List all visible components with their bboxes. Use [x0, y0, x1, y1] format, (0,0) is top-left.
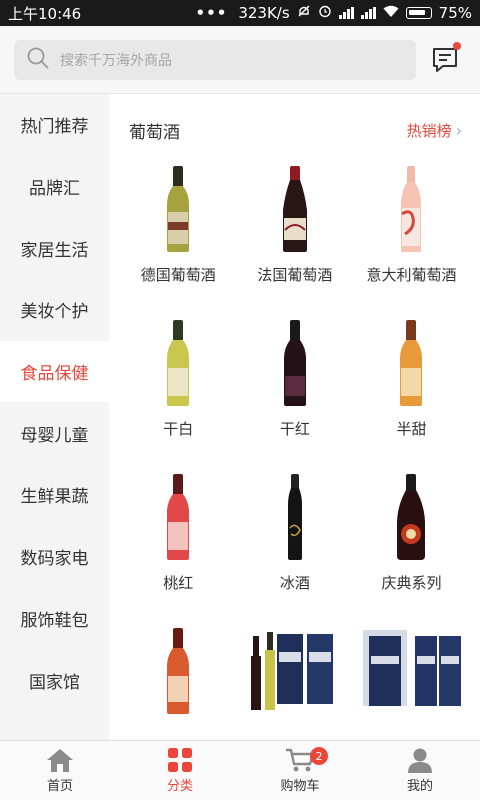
category-content: 葡萄酒 热销榜 › 德国葡萄酒 法国葡萄酒 意大利葡萄酒 干白 干红 半甜 桃红… [109, 94, 480, 740]
message-button[interactable] [431, 42, 461, 74]
cart-badge: 2 [310, 747, 328, 765]
gift-box-set-icon [250, 632, 333, 710]
tab-cart[interactable]: 2 购物车 [240, 741, 360, 800]
product-dry-white[interactable]: 干白 [120, 312, 237, 466]
tab-label: 首页 [46, 779, 73, 794]
product-label: 桃红 [163, 574, 194, 592]
ice-wine-bottle-icon [287, 474, 302, 560]
tab-profile[interactable]: 我的 [360, 741, 480, 800]
dry-white-bottle-icon [167, 320, 190, 406]
product-label: 意大利葡萄酒 [366, 266, 457, 284]
gift-box-set-icon [363, 630, 462, 706]
sidebar-item-brands[interactable]: 品牌汇 [0, 156, 109, 218]
semi-sweet-bottle-icon [400, 320, 423, 406]
sidebar-item-country[interactable]: 国家馆 [0, 649, 109, 711]
product-tile[interactable] [120, 620, 237, 740]
product-semi-sweet[interactable]: 半甜 [353, 312, 470, 466]
network-speed: 323K/s [238, 4, 290, 22]
product-german-wine[interactable]: 德国葡萄酒 [120, 158, 237, 312]
rose-wine-bottle-icon [401, 166, 422, 252]
notification-dots: ••• [195, 4, 228, 22]
product-label: 庆典系列 [381, 574, 442, 592]
profile-icon [408, 748, 432, 773]
search-input[interactable]: 搜索千万海外商品 [14, 40, 416, 80]
section-header: 葡萄酒 热销榜 › [129, 118, 462, 143]
product-label: 半甜 [396, 420, 427, 438]
tab-home[interactable]: 首页 [0, 741, 120, 800]
product-french-wine[interactable]: 法国葡萄酒 [237, 158, 354, 312]
product-label: 冰酒 [279, 574, 310, 592]
product-label: 法国葡萄酒 [257, 266, 333, 284]
unread-dot [453, 42, 461, 50]
sidebar-item-fashion[interactable]: 服饰鞋包 [0, 588, 109, 650]
bestseller-link[interactable]: 热销榜 › [407, 120, 462, 141]
bestseller-label: 热销榜 [406, 122, 452, 140]
battery-icon [405, 7, 432, 19]
category-sidebar: 热门推荐 品牌汇 家居生活 美妆个护 食品保健 母婴儿童 生鲜果蔬 数码家电 服… [0, 94, 109, 740]
tab-label: 购物车 [280, 779, 320, 794]
message-icon [433, 48, 457, 72]
status-bar: 上午10:46 ••• 323K/s 75% [0, 0, 480, 26]
dry-red-bottle-icon [283, 320, 306, 406]
chevron-right-icon: › [455, 121, 462, 140]
celebration-bottle-icon [397, 474, 426, 560]
alarm-icon [318, 4, 332, 22]
tab-label: 分类 [166, 779, 193, 794]
product-label: 干红 [279, 420, 310, 438]
product-label: 干白 [163, 420, 194, 438]
product-italian-wine[interactable]: 意大利葡萄酒 [353, 158, 470, 312]
white-wine-bottle-icon [167, 166, 190, 252]
category-grid-icon [168, 748, 192, 772]
home-icon [47, 749, 73, 772]
product-rose[interactable]: 桃红 [120, 466, 237, 620]
product-celebration[interactable]: 庆典系列 [353, 466, 470, 620]
sidebar-item-beauty[interactable]: 美妆个护 [0, 279, 109, 341]
product-dry-red[interactable]: 干红 [237, 312, 354, 466]
top-header: 搜索千万海外商品 [0, 26, 480, 94]
sidebar-item-digital[interactable]: 数码家电 [0, 526, 109, 588]
rose-bottle-icon [167, 474, 190, 560]
sidebar-item-hot[interactable]: 热门推荐 [0, 94, 109, 156]
tab-category[interactable]: 分类 [120, 741, 240, 800]
search-icon [26, 46, 50, 74]
search-placeholder: 搜索千万海外商品 [60, 53, 172, 69]
sidebar-item-food[interactable]: 食品保健 [0, 340, 109, 403]
wine-bottle-icon [167, 628, 190, 714]
product-grid: 德国葡萄酒 法国葡萄酒 意大利葡萄酒 干白 干红 半甜 桃红 冰酒 庆典系列 [120, 158, 470, 740]
red-wine-bottle-icon [282, 166, 307, 252]
product-tile[interactable] [237, 620, 354, 740]
signal-icon [338, 7, 354, 19]
product-ice-wine[interactable]: 冰酒 [237, 466, 354, 620]
product-label: 德国葡萄酒 [140, 266, 216, 284]
product-tile[interactable] [353, 620, 470, 740]
mute-icon [297, 4, 311, 22]
sidebar-item-fresh[interactable]: 生鲜果蔬 [0, 464, 109, 526]
bottom-tab-bar: 首页 分类 2 购物车 我的 [0, 740, 480, 800]
sidebar-item-baby[interactable]: 母婴儿童 [0, 402, 109, 464]
wifi-icon [383, 4, 399, 22]
tab-label: 我的 [406, 779, 433, 794]
status-time: 上午10:46 [8, 4, 82, 23]
sidebar-item-home[interactable]: 家居生活 [0, 217, 109, 279]
section-title: 葡萄酒 [129, 123, 180, 143]
battery-level: 75% [438, 4, 472, 22]
signal-icon-2 [360, 7, 376, 19]
